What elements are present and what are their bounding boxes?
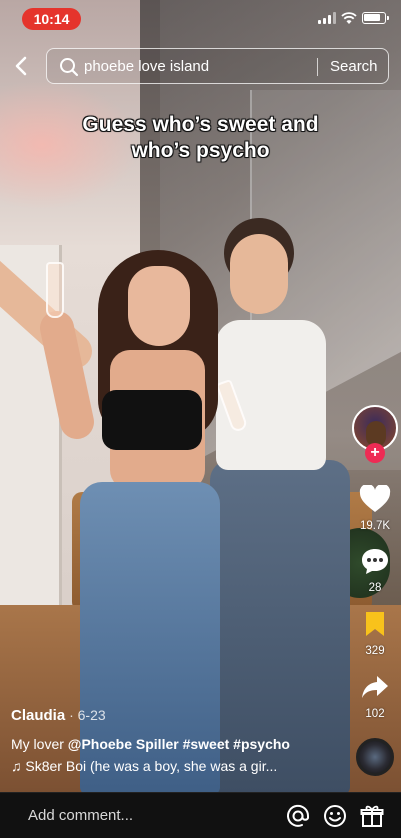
emoji-icon[interactable] [322,803,348,829]
share-count: 102 [365,708,385,720]
comment-count: 28 [368,582,382,594]
author-name[interactable]: Claudia [11,707,65,724]
mention-link[interactable]: @Phoebe Spiller [68,736,179,752]
follow-button[interactable]: + [365,443,385,463]
signal-icon [318,12,336,24]
caption-text: My lover [11,736,68,752]
overlay-line-1: Guess who’s sweet and [82,113,319,136]
hashtags[interactable]: #sweet #psycho [179,736,290,752]
like-count: 19.7K [359,520,391,532]
post-date: · 6-23 [65,707,106,723]
music-disc-icon[interactable] [356,738,394,776]
gift-icon[interactable] [359,803,385,829]
black-crop-top [102,390,202,450]
save-count: 329 [365,645,385,657]
search-icon [60,58,79,77]
comment-icon [362,549,388,574]
wine-glass [46,262,64,318]
search-divider [317,58,318,76]
comment-input[interactable]: Add comment... [28,807,133,824]
mention-icon[interactable] [285,803,311,829]
video-text-overlay: Guess who’s sweet and who’s psycho [0,112,401,164]
post-caption: My lover @Phoebe Spiller #sweet #psycho [11,736,341,752]
search-bar[interactable]: phoebe love island Search [46,48,389,84]
comment-bar: Add comment... [0,792,401,838]
wifi-icon [341,12,357,24]
search-button[interactable]: Search [330,58,378,75]
author-row: Claudia · 6-23 [11,707,341,724]
status-bar: 10:14 [0,0,401,38]
search-input[interactable]: phoebe love island [84,58,209,75]
save-button[interactable]: 329 [350,610,400,657]
back-icon[interactable] [10,52,34,80]
share-button[interactable]: 102 [350,673,400,720]
heart-icon [359,483,391,512]
music-track[interactable]: ♫ Sk8er Boi (he was a boy, she was a gir… [11,758,311,774]
comment-button[interactable]: 28 [350,547,400,594]
share-icon [362,676,388,698]
bookmark-icon [366,612,384,636]
face [128,266,190,346]
battery-icon [362,12,389,24]
like-button[interactable]: 19.7K [350,483,400,532]
status-time: 10:14 [22,8,81,30]
post-info: Claudia · 6-23 My lover @Phoebe Spiller … [11,707,341,774]
overlay-line-2: who’s psycho [131,139,270,162]
face [230,234,288,314]
